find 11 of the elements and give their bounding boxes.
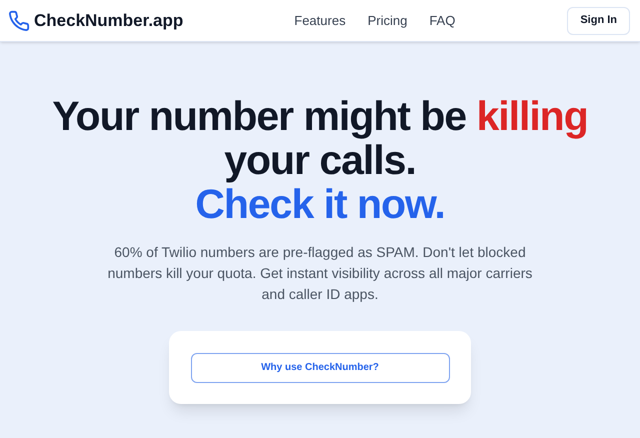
headline-text: killing: [476, 93, 588, 139]
logo-text[interactable]: CheckNumber.app: [34, 8, 184, 34]
phone-icon: [8, 10, 30, 32]
headline-text: Check it now.: [195, 181, 445, 227]
hero-description: 60% of Twilio numbers are pre-flagged as SPAM. Don't let blocked numbers kill your quota. Get instant visibility across all major carriers and caller ID apps.: [106, 243, 534, 304]
nav-link[interactable]: Pricing: [368, 10, 408, 30]
sign-in-button[interactable]: Sign In: [567, 6, 630, 34]
why-button[interactable]: Why use CheckNumber?: [190, 352, 450, 382]
nav-link[interactable]: FAQ: [429, 10, 456, 30]
nav-link[interactable]: Features: [294, 10, 346, 30]
headline-text: Your number might be: [52, 93, 468, 139]
